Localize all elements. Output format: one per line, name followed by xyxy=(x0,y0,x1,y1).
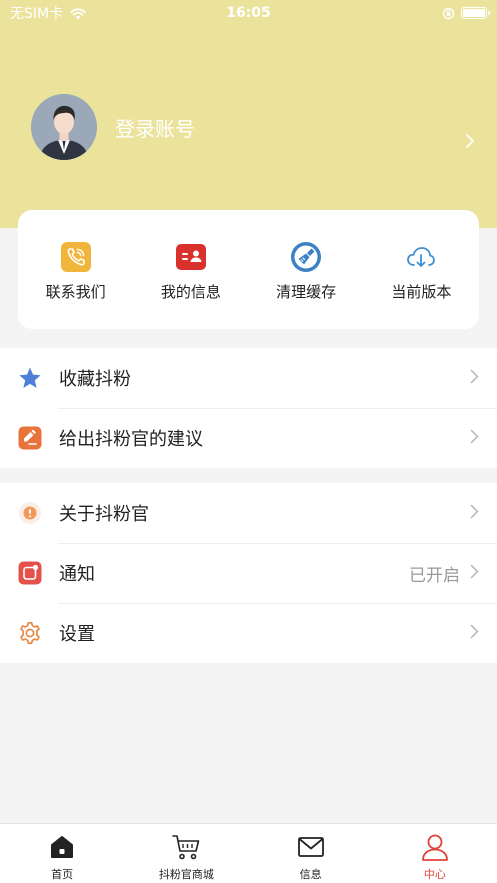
tab-mall[interactable]: 抖粉官商城 xyxy=(124,824,248,883)
id-card-icon xyxy=(175,244,206,270)
tab-center[interactable]: 中心 xyxy=(373,824,497,883)
menu-item-label: 关于抖粉官 xyxy=(59,504,149,525)
avatar-image xyxy=(31,94,97,160)
phone-icon xyxy=(60,242,91,272)
tab-bar: 首页 抖粉官商城 信息 中心 xyxy=(0,823,497,883)
clear-cache-button[interactable]: 清理缓存 xyxy=(249,210,364,329)
tab-label: 首页 xyxy=(51,868,74,881)
my-info-button[interactable]: 我的信息 xyxy=(133,210,248,329)
mail-icon xyxy=(297,837,324,857)
person-icon xyxy=(421,834,448,861)
tab-messages[interactable]: 信息 xyxy=(249,824,373,883)
menu-item-favorites[interactable]: 收藏抖粉 xyxy=(0,348,497,408)
menu-item-label: 通知 xyxy=(59,564,95,585)
menu-item-label: 设置 xyxy=(59,624,95,645)
menu-item-label: 给出抖粉官的建议 xyxy=(59,429,203,450)
quick-actions-card: 联系我们 我的信息 清理缓存 当前版本 xyxy=(18,210,479,329)
notification-status: 已开启 xyxy=(409,565,460,586)
cart-icon xyxy=(172,835,200,860)
menu-item-notifications[interactable]: 通知 已开启 xyxy=(0,543,497,603)
tab-label: 中心 xyxy=(423,868,446,881)
contact-us-button[interactable]: 联系我们 xyxy=(18,210,133,329)
quick-action-label: 联系我们 xyxy=(45,283,106,301)
tab-label: 抖粉官商城 xyxy=(158,868,214,881)
menu-item-feedback[interactable]: 给出抖粉官的建议 xyxy=(0,408,497,468)
menu-item-label: 收藏抖粉 xyxy=(59,369,131,390)
chevron-right-icon xyxy=(470,428,479,449)
info-icon xyxy=(19,502,41,524)
notification-icon xyxy=(18,561,42,585)
quick-action-label: 清理缓存 xyxy=(276,283,337,301)
cloud-download-icon xyxy=(407,247,436,267)
menu-group-secondary: 关于抖粉官 通知 已开启 设置 xyxy=(0,483,497,663)
current-version-button[interactable]: 当前版本 xyxy=(364,210,479,329)
gear-icon xyxy=(20,622,40,644)
tab-home[interactable]: 首页 xyxy=(0,824,124,883)
home-icon xyxy=(51,836,74,858)
menu-item-settings[interactable]: 设置 xyxy=(0,603,497,663)
menu-item-about[interactable]: 关于抖粉官 xyxy=(0,483,497,543)
quick-action-label: 我的信息 xyxy=(160,283,221,301)
avatar[interactable] xyxy=(31,94,97,160)
tab-label: 信息 xyxy=(299,868,322,881)
star-icon xyxy=(19,367,41,388)
broom-icon xyxy=(291,242,322,272)
chevron-right-icon xyxy=(470,623,479,644)
battery-icon xyxy=(461,7,490,19)
quick-action-label: 当前版本 xyxy=(391,283,452,301)
menu-group-primary: 收藏抖粉 给出抖粉官的建议 xyxy=(0,348,497,468)
chevron-right-icon[interactable] xyxy=(465,130,475,154)
login-button[interactable]: 登录账号 xyxy=(115,113,195,142)
feedback-icon xyxy=(18,426,42,450)
chevron-right-icon xyxy=(470,563,479,584)
status-bar: 无SIM卡 16:05 xyxy=(0,0,497,26)
chevron-right-icon xyxy=(470,368,479,389)
clock: 16:05 xyxy=(226,5,271,21)
chevron-right-icon xyxy=(470,503,479,524)
